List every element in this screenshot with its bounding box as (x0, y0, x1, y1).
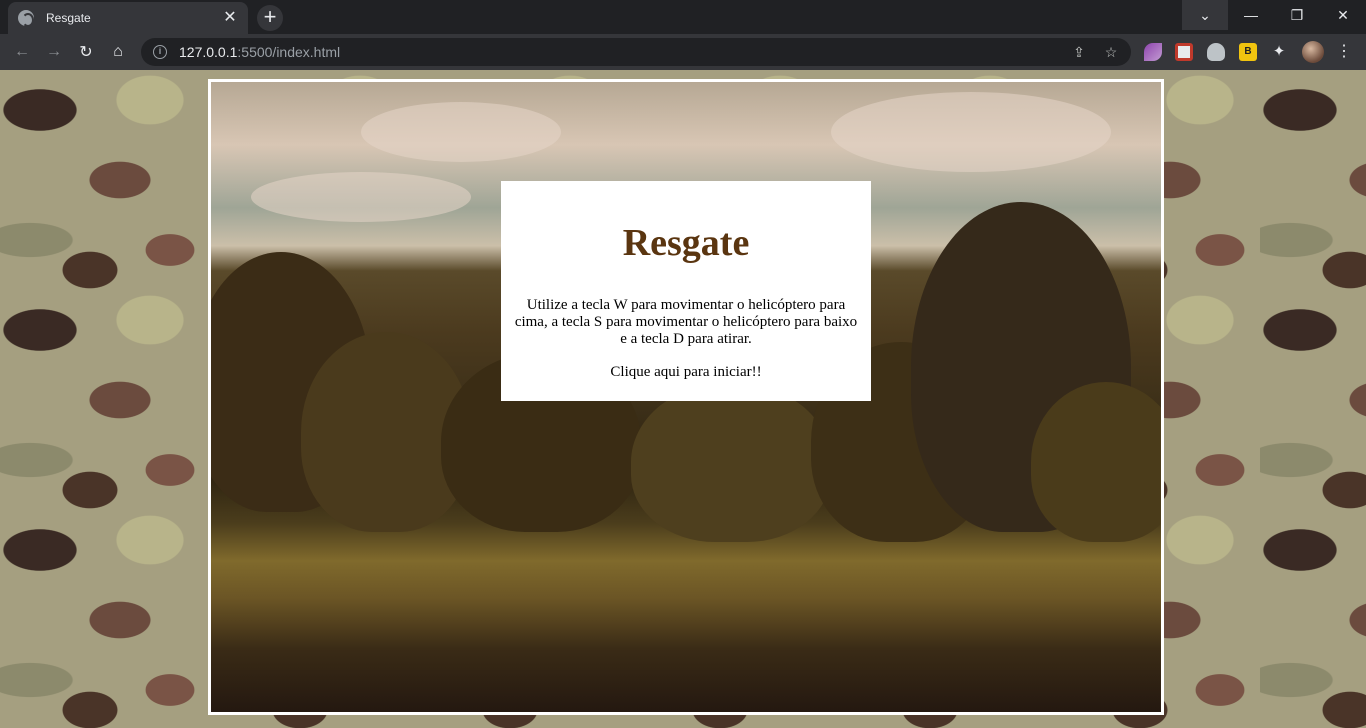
tab-title: Resgate (46, 11, 91, 25)
address-bar[interactable]: i 127.0.0.1:5500/index.html ⇪ ☆ (141, 38, 1131, 66)
bookmark-star-icon[interactable]: ☆ (1103, 44, 1119, 61)
url-text[interactable]: 127.0.0.1:5500/index.html (179, 44, 340, 60)
extension-feather-icon[interactable] (1144, 43, 1162, 61)
new-tab-button[interactable]: + (257, 5, 283, 31)
cloud (361, 102, 561, 162)
url-path: :5500/index.html (237, 44, 341, 60)
cloud (831, 92, 1111, 172)
tab-resgate[interactable]: Resgate ✕ (8, 2, 248, 34)
tree (631, 382, 831, 542)
forward-button[interactable]: → (41, 39, 67, 65)
close-tab-icon[interactable]: ✕ (222, 10, 238, 26)
cloud (251, 172, 471, 222)
instructions-text: Utilize a tecla W para movimentar o heli… (514, 297, 858, 347)
browser-toolbar: ← → ↻ ⌂ i 127.0.0.1:5500/index.html ⇪ ☆ … (0, 34, 1366, 70)
profile-avatar[interactable] (1302, 41, 1324, 63)
browser-menu-icon[interactable]: ⋮ (1336, 42, 1352, 62)
info-icon[interactable]: i (153, 45, 167, 59)
tab-strip: Resgate ✕ + ⌄ — ❐ ✕ (0, 0, 1366, 34)
start-dialog: Resgate Utilize a tecla W para movimenta… (501, 181, 871, 401)
tab-search-button[interactable]: ⌄ (1182, 0, 1228, 30)
game-canvas[interactable]: Resgate Utilize a tecla W para movimenta… (208, 79, 1164, 715)
minimize-button[interactable]: — (1228, 0, 1274, 30)
reload-button[interactable]: ↻ (73, 39, 99, 65)
extension-calendar-icon[interactable] (1175, 43, 1193, 61)
home-button[interactable]: ⌂ (105, 39, 131, 65)
page-viewport: Resgate Utilize a tecla W para movimenta… (0, 70, 1366, 728)
restore-button[interactable]: ❐ (1274, 0, 1320, 30)
close-window-button[interactable]: ✕ (1320, 0, 1366, 30)
extensions-puzzle-icon[interactable]: ✦ (1270, 43, 1288, 61)
start-game-link[interactable]: Clique aqui para iniciar!! (501, 364, 871, 381)
tree (1031, 382, 1161, 542)
url-host: 127.0.0.1 (179, 44, 238, 60)
back-button[interactable]: ← (9, 39, 35, 65)
extension-mask-icon[interactable] (1207, 43, 1225, 61)
globe-icon (18, 10, 34, 27)
game-title: Resgate (622, 222, 750, 264)
extension-bookmark-badge-icon[interactable]: B (1239, 43, 1257, 61)
share-icon[interactable]: ⇪ (1071, 44, 1087, 61)
